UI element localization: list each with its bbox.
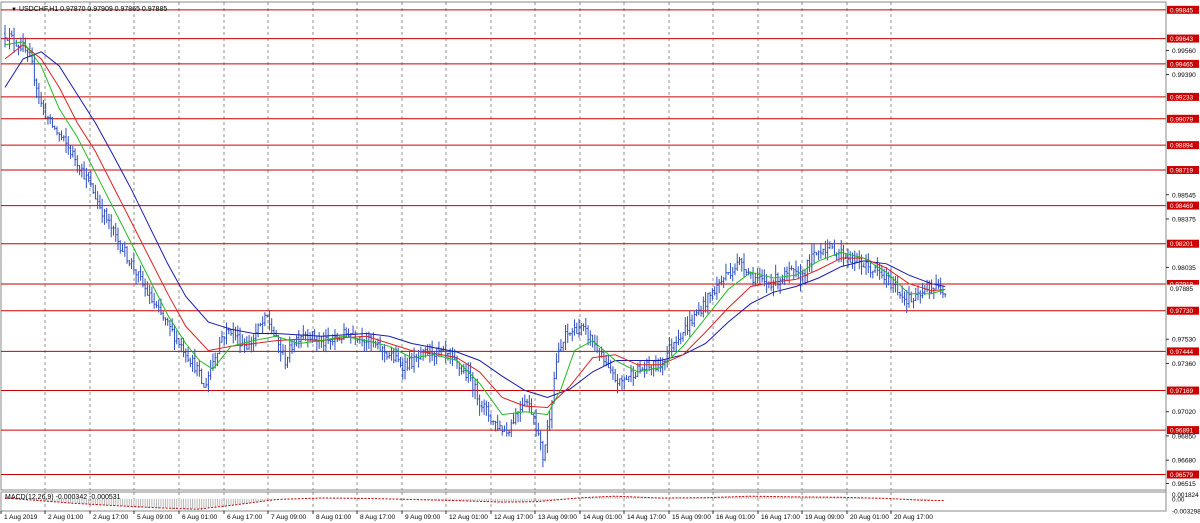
- level-price-label: 0.99845: [1170, 7, 1194, 14]
- x-tick-label: 1 Aug 2019: [4, 514, 38, 521]
- price-chart[interactable]: 0.99845 0.99643 0.99465 0.99233 0.99079 0.988…: [0, 0, 1200, 523]
- level-price-label: 0.99233: [1170, 94, 1194, 101]
- current-price-label: 0.97885: [1170, 286, 1194, 293]
- level-price-label: 0.98201: [1170, 241, 1194, 248]
- y-tick-label: 0.97020: [1172, 409, 1196, 416]
- y-tick-label: 0.96515: [1172, 481, 1196, 488]
- macd-y-tick-label: 0.00: [1172, 496, 1185, 503]
- x-tick-label: 12 Aug 01:00: [449, 514, 488, 521]
- level-price-label: 0.99465: [1170, 61, 1194, 68]
- x-tick-label: 20 Aug 01:00: [850, 514, 889, 521]
- level-price-label: 0.96579: [1170, 472, 1194, 479]
- chart-header-arrow: ▼: [11, 7, 17, 13]
- level-price-label: 0.99079: [1170, 116, 1194, 123]
- x-tick-label: 20 Aug 17:00: [894, 514, 933, 521]
- x-tick-label: 6 Aug 17:00: [227, 514, 263, 521]
- x-tick-label: 15 Aug 09:00: [672, 514, 711, 521]
- x-tick-label: 5 Aug 09:00: [137, 514, 173, 521]
- x-tick-label: 13 Aug 09:00: [538, 514, 577, 521]
- y-tick-label: 0.99390: [1172, 72, 1196, 79]
- x-tick-label: 8 Aug 01:00: [316, 514, 352, 521]
- level-price-label: 0.97169: [1170, 388, 1194, 395]
- x-tick-label: 19 Aug 09:00: [805, 514, 844, 521]
- x-tick-label: 6 Aug 01:00: [182, 514, 218, 521]
- macd-y-tick-label: -0.003298: [1172, 509, 1200, 516]
- chart-header-text: USDCHF,H1 0.97870 0.97909 0.97865 0.9788…: [19, 6, 167, 13]
- y-tick-label: 0.96680: [1172, 458, 1196, 465]
- y-tick-label: 0.98375: [1172, 216, 1196, 223]
- chart-header: ▼ USDCHF,H1 0.97870 0.97909 0.97865 0.978…: [11, 6, 167, 13]
- level-price-label: 0.99643: [1170, 36, 1194, 43]
- macd-header: MACD(12,26,9) -0.000342 -0.000531: [5, 494, 121, 501]
- x-tick-label: 7 Aug 09:00: [271, 514, 307, 521]
- y-tick-label: 0.98035: [1172, 265, 1196, 272]
- x-tick-label: 8 Aug 17:00: [360, 514, 396, 521]
- y-tick-label: 0.99560: [1172, 48, 1196, 55]
- y-tick-label: 0.96850: [1172, 433, 1196, 440]
- level-price-label: 0.97444: [1170, 349, 1194, 356]
- x-tick-label: 16 Aug 17:00: [761, 514, 800, 521]
- y-tick-label: 0.98545: [1172, 192, 1196, 199]
- level-price-label: 0.97730: [1170, 308, 1194, 315]
- level-price-label: 0.98469: [1170, 203, 1194, 210]
- x-tick-label: 14 Aug 17:00: [627, 514, 666, 521]
- x-tick-label: 14 Aug 01:00: [583, 514, 622, 521]
- level-price-label: 0.98719: [1170, 168, 1194, 175]
- y-tick-label: 0.97530: [1172, 337, 1196, 344]
- x-tick-label: 12 Aug 17:00: [494, 514, 533, 521]
- y-tick-label: 0.97360: [1172, 361, 1196, 368]
- x-tick-label: 9 Aug 09:00: [405, 514, 441, 521]
- x-tick-label: 2 Aug 01:00: [48, 514, 84, 521]
- x-tick-label: 16 Aug 01:00: [716, 514, 755, 521]
- x-tick-label: 2 Aug 17:00: [93, 514, 129, 521]
- level-price-label: 0.98894: [1170, 143, 1194, 150]
